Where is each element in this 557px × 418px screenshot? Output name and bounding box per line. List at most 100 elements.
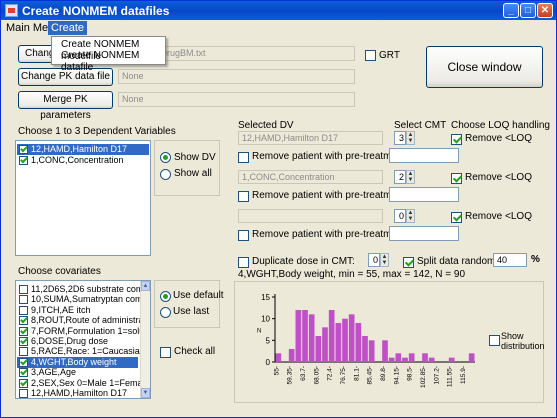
covariate-checkbox[interactable] (19, 389, 28, 398)
list-item[interactable]: 12,HAMD,Hamilton D17 (17, 388, 138, 398)
covariate-checkbox[interactable] (19, 368, 28, 378)
covariate-checkbox[interactable] (19, 285, 28, 294)
use-last-radio[interactable] (160, 307, 171, 318)
remove-pre-2-checkbox[interactable] (238, 191, 249, 202)
y-tick-label: 0 (266, 358, 271, 367)
x-tick-label: 98.5- (407, 366, 414, 381)
close-window-button[interactable]: Close window (426, 46, 543, 88)
main-window: Create NONMEM datafiles _ □ ✕ Main Menu … (0, 0, 557, 418)
spin-arrows-icon[interactable]: ▲ ▼ (406, 170, 415, 184)
y-tick-label: 10 (261, 315, 270, 324)
menu-bar: Main Menu Create (1, 20, 556, 36)
dv-list[interactable]: 12,HAMD,Hamilton D17 1,CONC,Concentratio… (15, 140, 151, 256)
covariate-label: 4,WGHT,Body weight (31, 356, 117, 367)
list-item[interactable]: 11,2D6S,2D6 substrate come (17, 284, 148, 295)
list-item[interactable]: 12,HAMD,Hamilton D17 (17, 144, 149, 155)
menu-create-datafile[interactable]: Create NONMEM datafile (61, 50, 165, 74)
x-tick-label: 55- (273, 366, 280, 375)
use-default-radio[interactable] (160, 291, 171, 302)
histogram-bar (382, 340, 388, 362)
pre-treatment-3-input[interactable] (389, 226, 459, 241)
list-item[interactable]: 9,ITCH,AE itch (17, 305, 138, 316)
dv-item-checkbox[interactable] (19, 156, 28, 165)
split-data-checkbox[interactable] (403, 257, 414, 268)
menu-create[interactable]: Create (48, 21, 88, 35)
split-percent-input[interactable]: 40 (493, 253, 527, 267)
maximize-icon[interactable]: □ (520, 3, 536, 18)
remove-loq-2-checkbox[interactable] (451, 173, 462, 184)
spin-arrows-icon[interactable]: ▲ ▼ (380, 253, 389, 267)
show-dv-radio[interactable] (160, 152, 171, 163)
list-item[interactable]: 7,FORM,Formulation 1=soluti (17, 326, 149, 337)
covariate-checkbox[interactable] (19, 295, 28, 305)
covariate-checkbox[interactable] (19, 337, 28, 346)
spin-arrows-icon[interactable]: ▲ ▼ (406, 131, 415, 145)
scroll-up-icon[interactable]: ▲ (141, 281, 150, 291)
selected-dv-heading: Selected DV (238, 120, 294, 131)
list-item[interactable]: 8,ROUT,Route of administrati (17, 315, 148, 326)
histogram-bar (388, 357, 395, 362)
histogram-bar (428, 357, 435, 362)
covariate-checkbox[interactable] (19, 378, 28, 388)
grt-checkbox[interactable] (365, 50, 376, 61)
covariates-list[interactable]: 11,2D6S,2D6 substrate come 10,SUMA,Sumatr… (15, 280, 151, 399)
list-item[interactable]: 1,CONC,Concentration (17, 155, 149, 166)
selected-dv-2: 1,CONC,Concentration (238, 170, 383, 184)
histogram-bar (422, 353, 428, 362)
histogram-bar (322, 327, 328, 362)
covariate-checkbox[interactable] (19, 357, 28, 367)
cmt-1-value[interactable]: 3 (394, 131, 406, 145)
histogram-bar (395, 353, 402, 362)
list-item[interactable]: 10,SUMA,Sumatryptan come (17, 294, 148, 305)
duplicate-cmt-value[interactable]: 0 (368, 253, 380, 267)
minimize-icon[interactable]: _ (503, 3, 519, 18)
spin-arrows-icon[interactable]: ▲ ▼ (406, 209, 415, 223)
covariate-label: 11,2D6S,2D6 substrate come (31, 284, 149, 294)
close-icon[interactable]: ✕ (537, 3, 553, 18)
loq-heading: Choose LOQ handling (451, 120, 550, 131)
pre-treatment-2-input[interactable] (389, 187, 459, 202)
check-all-checkbox[interactable] (160, 347, 171, 358)
covariate-checkbox[interactable] (19, 326, 28, 336)
remove-pre-1-checkbox[interactable] (238, 152, 249, 163)
remove-loq-1-checkbox[interactable] (451, 134, 462, 145)
x-tick-label: 102.85- (420, 366, 427, 388)
covariate-checkbox[interactable] (19, 316, 28, 326)
histogram-bar (402, 357, 408, 362)
show-all-label: Show all (174, 168, 212, 179)
show-distribution-checkbox[interactable] (489, 335, 500, 346)
pre-treatment-1-input[interactable] (389, 148, 459, 163)
list-item[interactable]: 5,RACE,Race: 1=Caucasian (17, 346, 145, 357)
list-item[interactable]: 2,SEX,Sex 0=Male 1=Female (17, 378, 150, 389)
covariate-checkbox[interactable] (19, 347, 28, 357)
covariate-label: 10,SUMA,Sumatryptan come (31, 294, 148, 305)
histogram-bar (355, 323, 362, 362)
covariates-scrollbar[interactable]: ▲ ▼ (140, 281, 150, 398)
title-bar[interactable]: Create NONMEM datafiles _ □ ✕ (1, 1, 556, 20)
dv-item-label: 12,HAMD,Hamilton D17 (31, 144, 128, 154)
covariate-label: 9,ITCH,AE itch (31, 304, 91, 315)
covariate-label: 12,HAMD,Hamilton D17 (31, 388, 128, 398)
list-item[interactable]: 4,WGHT,Body weight (17, 356, 138, 368)
scroll-down-icon[interactable]: ▼ (141, 388, 150, 398)
show-all-radio[interactable] (160, 169, 171, 180)
histogram-bar (308, 314, 315, 362)
histogram-bar (342, 318, 348, 362)
list-item[interactable]: 6,DOSE,Drug dose (17, 336, 138, 347)
x-tick-label: 68.05- (313, 366, 320, 384)
duplicate-dose-checkbox[interactable] (238, 257, 249, 268)
cmt-2-value[interactable]: 2 (394, 170, 406, 184)
dv-item-checkbox[interactable] (19, 145, 28, 154)
covariate-checkbox[interactable] (19, 305, 28, 315)
remove-loq-3-checkbox[interactable] (451, 212, 462, 223)
list-item[interactable]: 3,AGE,Age (17, 367, 138, 378)
remove-pre-3-checkbox[interactable] (238, 230, 249, 241)
histogram-header: 4,WGHT,Body weight, min = 55, max = 142,… (238, 269, 466, 280)
x-tick-label: 81.1- (353, 366, 360, 381)
merge-pk-button[interactable]: Merge PK parameters (18, 91, 113, 121)
histogram-bar (348, 314, 355, 362)
cmt-3-value[interactable]: 0 (394, 209, 406, 223)
x-tick-label: 85.45- (367, 366, 374, 384)
histogram-bar (448, 357, 455, 362)
histogram-bar (468, 353, 475, 362)
